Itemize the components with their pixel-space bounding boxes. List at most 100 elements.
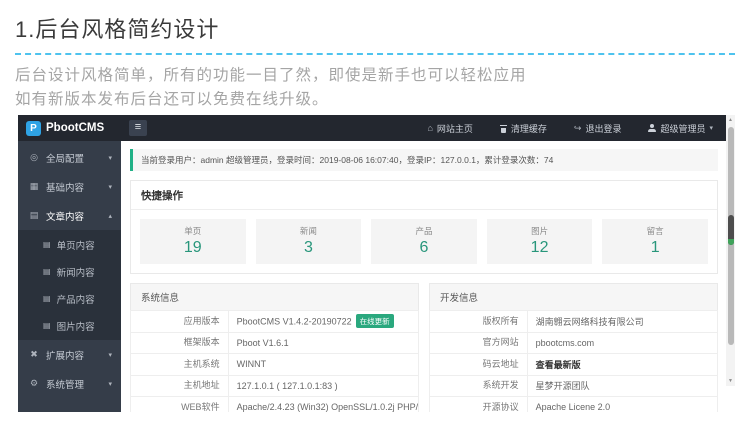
quick-actions-panel: 快捷操作 单页 19 新闻 3 产品 6 图片 12 留言 1 [130,180,718,274]
globe-icon: ◎ [30,152,38,162]
sidebar: ◎ 全局配置 ▾ ▦ 基础内容 ▾ ▤ 文章内容 ▴ ▤ 单页内容 ▤ 新闻内容… [18,141,121,412]
expand-arrows-icon: ✖ [30,349,38,359]
sidebar-subitem-label: 单页内容 [56,240,95,252]
page-description: 后台设计风格简单，所有的功能一目了然，即使是新手也可以轻松应用 如有新版本发布后… [15,64,735,112]
row-label: 版权所有 [430,310,528,332]
sidebar-item-label: 扩展内容 [46,350,85,362]
scroll-down-icon[interactable]: ▼ [726,378,735,384]
table-row: 码云地址 查看最新版 [430,353,717,376]
table-row: 开源协议 Apache Licene 2.0 [430,396,717,412]
row-value: pbootcms.com [535,337,595,348]
row-label: 框架版本 [131,332,229,354]
sidebar-subitem-picture[interactable]: ▤ 图片内容 [18,312,121,339]
sidebar-subitem-label: 新闻内容 [56,267,95,279]
sidebar-subitem-single-page[interactable]: ▤ 单页内容 [18,231,121,258]
stat-card-message[interactable]: 留言 1 [602,219,708,264]
system-info-panel: 系统信息 应用版本 PbootCMS V1.4.2-20190722 在线更新 框… [130,283,419,412]
sidebar-item-global-config[interactable]: ◎ 全局配置 ▾ [18,143,121,172]
stat-label: 单页 [184,226,202,236]
description-line-1: 后台设计风格简单，所有的功能一目了然，即使是新手也可以轻松应用 [15,67,527,84]
sidebar-item-label: 基础内容 [46,182,85,194]
table-row: WEB软件 Apache/2.4.23 (Win32) OpenSSL/1.0.… [131,396,418,412]
row-value: WINNT [236,359,267,370]
sidebar-item-extended-content[interactable]: ✖ 扩展内容 ▾ [18,340,121,369]
sidebar-item-article-content[interactable]: ▤ 文章内容 ▴ [18,201,121,230]
stat-card-news[interactable]: 新闻 3 [255,219,362,264]
table-row: 版权所有 湖南翱云网络科技有限公司 [430,310,717,333]
dev-info-title: 开发信息 [429,283,718,310]
sidebar-item-system-management[interactable]: ⚙ 系统管理 ▾ [18,369,121,398]
gear-icon: ⚙ [29,378,39,388]
sidebar-item-basic-content[interactable]: ▦ 基础内容 ▾ [18,172,121,201]
page-title: 1.后台风格简约设计 [15,17,220,42]
main-content: 当前登录用户：admin 超级管理员，登录时间：2019-08-06 16:07… [121,141,735,412]
chevron-down-icon: ▾ [108,351,112,359]
chevron-down-icon: ▾ [108,380,112,388]
sidebar-subitem-news[interactable]: ▤ 新闻内容 [18,258,121,285]
sidebar-submenu: ▤ 单页内容 ▤ 新闻内容 ▤ 产品内容 ▤ 图片内容 [18,230,121,340]
topnav-label: 退出登录 [585,123,622,134]
row-label: 应用版本 [131,310,229,332]
sidebar-item-label: 文章内容 [46,211,85,223]
row-label: 主机地址 [131,375,229,397]
sidebar-subitem-label: 产品内容 [56,294,95,306]
row-value: Apache/2.4.23 (Win32) OpenSSL/1.0.2j PHP… [236,402,418,412]
topnav-logout[interactable]: ↪ 退出登录 [574,122,622,135]
stat-card-single-page[interactable]: 单页 19 [140,219,246,264]
scroll-up-icon[interactable]: ▲ [726,117,735,123]
dashed-divider [15,53,735,55]
topnav-label: 清理缓存 [510,123,547,134]
sidebar-toggle-button[interactable]: ≡ [129,120,147,136]
trash-icon [499,124,507,133]
stat-label: 新闻 [299,226,317,236]
row-label: 码云地址 [430,353,528,375]
row-value: 湖南翱云网络科技有限公司 [535,316,644,327]
chevron-down-icon: ▾ [108,183,112,191]
row-value: 星梦开源团队 [535,381,590,392]
table-row: 系统开发 星梦开源团队 [430,375,717,397]
stat-label: 留言 [646,226,664,236]
description-line-2: 如有新版本发布后台还可以免费在线升级。 [15,91,329,109]
row-label: WEB软件 [131,396,229,412]
logout-icon: ↪ [573,122,582,133]
table-row: 官方网站 pbootcms.com [430,332,717,354]
table-row: 应用版本 PbootCMS V1.4.2-20190722 在线更新 [131,310,418,333]
sidebar-subitem-product[interactable]: ▤ 产品内容 [18,285,121,312]
scrollbar-thumb[interactable] [727,215,734,245]
chevron-down-icon: ▾ [709,125,713,132]
page-icon: ▤ [43,239,51,249]
admin-panel-screenshot: P PbootCMS ≡ ⌂ 网站主页 清理缓存 ↪ 退出登录 超级管理员 ▾ [18,115,735,412]
topbar: P PbootCMS ≡ ⌂ 网站主页 清理缓存 ↪ 退出登录 超级管理员 ▾ [18,115,735,141]
brand-name: PbootCMS [46,122,105,134]
topnav-site-home[interactable]: ⌂ 网站主页 [427,122,472,135]
stat-cards: 单页 19 新闻 3 产品 6 图片 12 留言 1 [131,210,717,273]
layers-icon: ▦ [29,181,39,191]
latest-version-link[interactable]: 查看最新版 [528,358,717,371]
stat-label: 产品 [415,226,433,236]
system-info-title: 系统信息 [130,283,419,310]
topnav-label: 网站主页 [436,123,473,134]
topnav-clear-cache[interactable]: 清理缓存 [499,122,547,135]
chevron-down-icon: ▾ [108,154,112,162]
login-info-banner: 当前登录用户：admin 超级管理员，登录时间：2019-08-06 16:07… [130,149,718,171]
stat-value: 3 [303,239,313,256]
sidebar-item-label: 系统管理 [46,379,85,391]
user-icon [648,124,657,132]
online-update-badge[interactable]: 在线更新 [355,314,394,329]
dev-info-table: 版权所有 湖南翱云网络科技有限公司 官方网站 pbootcms.com 码云地址… [429,310,718,412]
stat-card-picture[interactable]: 图片 12 [486,219,593,264]
stat-card-product[interactable]: 产品 6 [371,219,477,264]
chevron-up-icon: ▴ [108,212,112,220]
stat-value: 12 [530,239,549,256]
content-scrollbar[interactable]: ▲ ▼ [726,115,735,386]
document-icon: ▤ [29,210,39,220]
topnav-account-menu[interactable]: 超级管理员 ▾ [648,122,713,135]
home-icon: ⌂ [427,122,433,133]
table-row: 框架版本 Pboot V1.6.1 [131,332,418,354]
table-row: 主机地址 127.1.0.1 ( 127.1.0.1:83 ) [131,375,418,397]
sidebar-subitem-label: 图片内容 [56,321,95,333]
page-icon: ▤ [43,266,51,276]
row-value: Apache Licene 2.0 [535,402,611,412]
stat-value: 1 [650,239,660,256]
brand[interactable]: P PbootCMS [18,120,121,136]
